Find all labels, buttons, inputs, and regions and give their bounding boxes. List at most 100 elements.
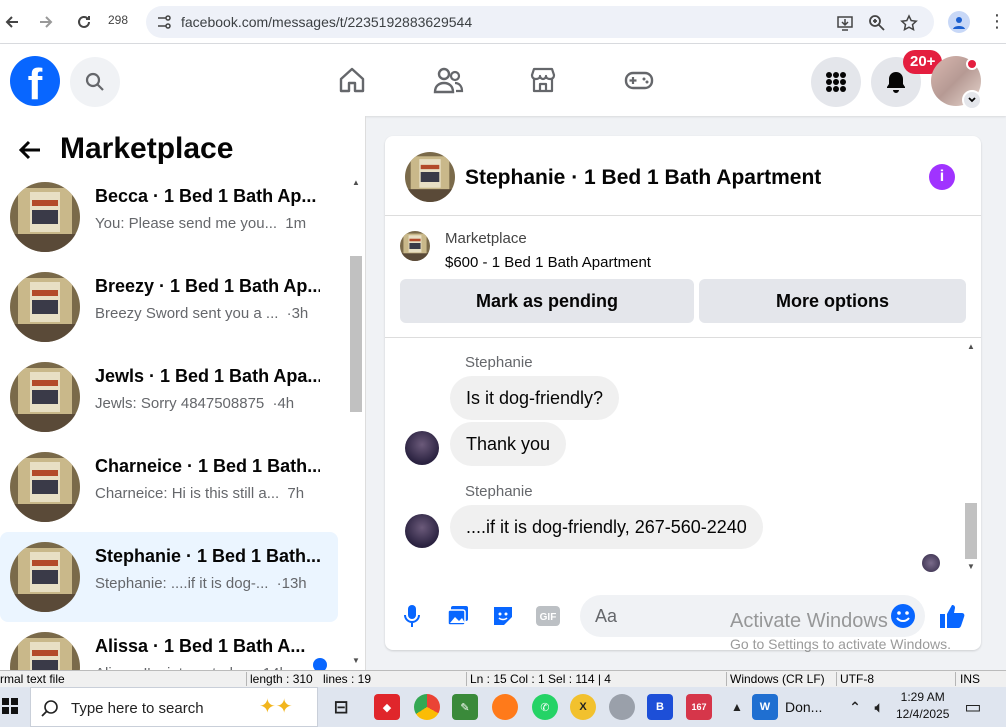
search-icon[interactable] xyxy=(70,57,120,107)
conversation-title: Stephanie · 1 Bed 1 Bath... xyxy=(95,546,320,566)
conversation-title[interactable]: Stephanie · 1 Bed 1 Bath Apartment xyxy=(465,166,821,190)
browser-profile-icon[interactable] xyxy=(948,11,970,33)
active-window-label[interactable]: Don... xyxy=(785,699,822,715)
scroll-up-icon[interactable]: ▲ xyxy=(967,342,975,351)
address-bar[interactable]: facebook.com/messages/t/2235192883629544 xyxy=(146,6,934,38)
taskbar-search[interactable]: Type here to search ✦✦ xyxy=(30,687,318,727)
info-icon[interactable]: i xyxy=(929,164,955,190)
conversation-scrollbar[interactable] xyxy=(348,176,364,670)
chrome-icon[interactable] xyxy=(414,694,440,720)
bookmark-star-icon[interactable] xyxy=(898,12,920,34)
conversation-item[interactable]: Stephanie · 1 Bed 1 Bath... Stephanie: .… xyxy=(0,532,338,622)
conversation-thumbnail xyxy=(10,632,80,670)
encoding: UTF-8 xyxy=(840,672,874,686)
conversation-panel: Stephanie · 1 Bed 1 Bath Apartment i Mar… xyxy=(385,136,981,650)
browser-menu-icon[interactable]: ⋮ xyxy=(988,12,1006,30)
notepad-icon[interactable]: ✎ xyxy=(452,694,478,720)
listing-avatar[interactable] xyxy=(405,152,455,202)
conversation-preview: Breezy Sword sent you a ... xyxy=(95,305,279,322)
unread-dot xyxy=(313,658,327,670)
listing-thumbnail[interactable] xyxy=(400,231,430,261)
conversation-thumbnail xyxy=(10,452,80,522)
back-icon[interactable] xyxy=(0,10,24,34)
scroll-up-icon[interactable]: ▲ xyxy=(352,178,360,187)
volume-icon[interactable]: 🔈︎ xyxy=(866,694,892,720)
search-icon xyxy=(41,699,59,722)
whatsapp-icon[interactable]: ✆ xyxy=(532,694,558,720)
back-arrow-icon[interactable] xyxy=(16,136,44,164)
more-options-button[interactable]: More options xyxy=(699,279,966,323)
line-count: lines : 19 xyxy=(323,672,372,686)
menu-grid-icon[interactable] xyxy=(811,57,861,107)
windows-start-icon[interactable] xyxy=(2,698,18,714)
scroll-up-icon[interactable]: ▲ xyxy=(724,694,750,720)
search-highlight-icon[interactable]: ✦✦ xyxy=(259,694,293,719)
shield-icon[interactable]: B xyxy=(647,694,673,720)
conversation-preview: You: Please send me you... xyxy=(95,215,278,232)
marketplace-icon[interactable] xyxy=(525,62,561,98)
thumbs-up-icon[interactable] xyxy=(938,602,966,630)
conversation-preview: Jewls: Sorry 4847508875 xyxy=(95,395,265,412)
chevron-up-icon[interactable]: ⌃ xyxy=(842,694,868,720)
notification-center-icon[interactable]: ▭ xyxy=(960,694,986,720)
install-app-icon[interactable] xyxy=(834,12,856,34)
microphone-icon[interactable] xyxy=(398,602,426,630)
reload-icon[interactable] xyxy=(72,10,96,34)
insert-mode: INS xyxy=(960,672,981,686)
forward-icon[interactable] xyxy=(34,10,58,34)
message-bubble[interactable]: Is it dog-friendly? xyxy=(450,376,620,420)
gif-icon[interactable]: GIF xyxy=(534,602,562,630)
conversation-thumbnail xyxy=(10,182,80,252)
account-alert-dot xyxy=(966,58,978,70)
friends-icon[interactable] xyxy=(430,62,466,98)
message-bubble[interactable]: Thank you xyxy=(450,422,567,466)
scroll-down-icon[interactable]: ▼ xyxy=(352,656,360,665)
system-clock[interactable]: 1:29 AM 12/4/2025 xyxy=(896,689,949,723)
conversation-time: ·4h xyxy=(272,395,295,412)
scrollbar-thumb[interactable] xyxy=(350,256,362,412)
conversation-item[interactable]: Jewls · 1 Bed 1 Bath Apa... Jewls: Sorry… xyxy=(0,352,338,442)
sticker-icon[interactable] xyxy=(489,602,517,630)
conversation-thumbnail xyxy=(10,272,80,342)
gaming-icon[interactable] xyxy=(621,62,657,98)
emoji-icon[interactable] xyxy=(889,602,917,630)
chevron-down-icon[interactable] xyxy=(962,90,982,110)
listing-label: Marketplace xyxy=(445,230,527,247)
conversation-list: Becca · 1 Bed 1 Bath Ap... You: Please s… xyxy=(0,172,346,670)
mail-badge-icon[interactable]: 167 xyxy=(686,694,712,720)
editor-status-bar: rmal text file length : 310 lines : 19 L… xyxy=(0,670,1006,687)
firefox-icon[interactable] xyxy=(492,694,518,720)
conversation-time: 1m xyxy=(285,215,307,232)
clock-time: 1:29 AM xyxy=(900,690,945,704)
scroll-down-icon[interactable]: ▼ xyxy=(967,562,975,571)
scrollbar-thumb[interactable] xyxy=(965,503,977,559)
document-length: length : 310 xyxy=(250,672,313,686)
task-view-icon[interactable]: ⊟ xyxy=(328,694,354,720)
facebook-logo-icon[interactable]: f xyxy=(10,56,60,106)
conversation-item[interactable]: Breezy · 1 Bed 1 Bath Ap... Breezy Sword… xyxy=(0,262,338,352)
conversation-thumbnail xyxy=(10,542,80,612)
conversation-title: Alissa · 1 Bed 1 Bath A... xyxy=(95,636,306,656)
url-text[interactable]: facebook.com/messages/t/2235192883629544 xyxy=(181,14,472,30)
conversation-header: Stephanie · 1 Bed 1 Bath Apartment i xyxy=(385,136,981,216)
site-settings-icon[interactable] xyxy=(156,14,172,30)
app-icon[interactable] xyxy=(609,694,635,720)
browser-toolbar: 298 facebook.com/messages/t/223519288362… xyxy=(0,0,1006,44)
conversation-item[interactable]: Charneice · 1 Bed 1 Bath... Charneice: H… xyxy=(0,442,338,532)
listing-price-title[interactable]: $600 - 1 Bed 1 Bath Apartment xyxy=(445,254,651,271)
conversation-preview-row: Charneice: Hi is this still a... 7h xyxy=(95,485,304,502)
home-icon[interactable] xyxy=(334,62,370,98)
app-icon[interactable]: X xyxy=(570,694,596,720)
word-icon[interactable]: W xyxy=(752,694,778,720)
conversation-time: 7h xyxy=(287,485,305,502)
sender-avatar[interactable] xyxy=(405,514,439,548)
conversation-item[interactable]: Becca · 1 Bed 1 Bath Ap... You: Please s… xyxy=(0,172,338,262)
conversation-item[interactable]: Alissa · 1 Bed 1 Bath A... Alissa: I'm i… xyxy=(0,622,338,670)
photo-icon[interactable] xyxy=(444,602,472,630)
conversation-title: Becca · 1 Bed 1 Bath Ap... xyxy=(95,186,317,206)
sender-avatar[interactable] xyxy=(405,431,439,465)
mark-as-pending-button[interactable]: Mark as pending xyxy=(400,279,694,323)
anydesk-icon[interactable]: ◆ xyxy=(374,694,400,720)
zoom-icon[interactable] xyxy=(866,12,888,34)
message-bubble[interactable]: ....if it is dog-friendly, 267-560-2240 xyxy=(450,505,763,549)
